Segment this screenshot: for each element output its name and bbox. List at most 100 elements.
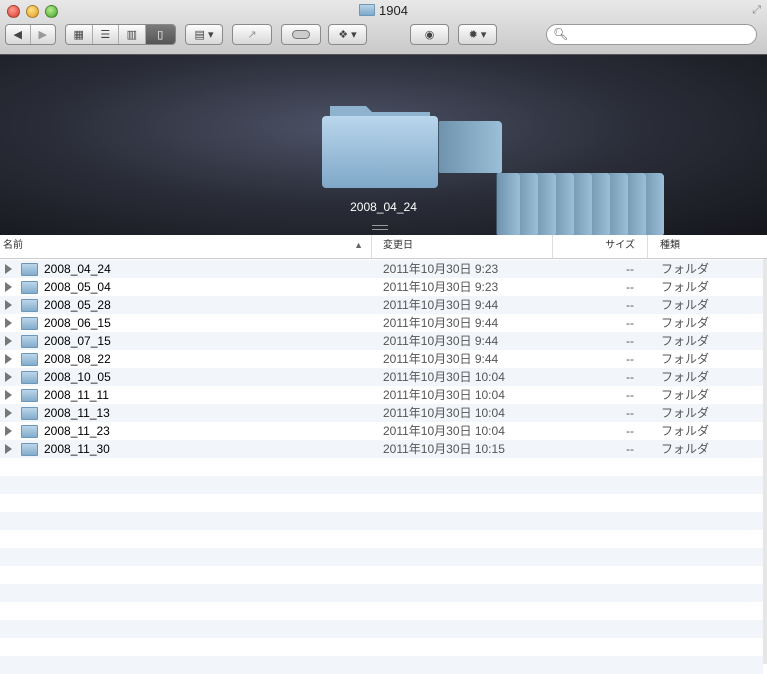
tags-button[interactable] — [281, 24, 321, 45]
file-size: -- — [626, 316, 634, 330]
file-size: -- — [626, 352, 634, 366]
empty-row — [0, 584, 763, 602]
list-view-button[interactable]: ☰ — [93, 25, 120, 44]
file-size: -- — [626, 370, 634, 384]
file-name: 2008_11_30 — [44, 442, 110, 456]
file-kind: フォルダ — [661, 316, 710, 330]
modified-date: 2011年10月30日 9:44 — [383, 298, 499, 312]
file-kind: フォルダ — [661, 280, 710, 294]
file-name: 2008_04_24 — [44, 262, 111, 276]
file-kind: フォルダ — [661, 370, 710, 384]
file-name: 2008_06_15 — [44, 316, 111, 330]
table-row[interactable]: 2008_10_05 2011年10月30日 10:04 -- フォルダ — [0, 368, 763, 386]
folder-icon — [359, 4, 376, 16]
disclosure-triangle-icon[interactable] — [5, 336, 12, 346]
folder-icon — [21, 263, 38, 276]
dropbox-icon: ❖ ▾ — [338, 29, 357, 41]
empty-row — [0, 656, 763, 674]
folder-icon — [21, 371, 38, 384]
eye-icon: ◉ — [424, 29, 435, 41]
scrollbar[interactable] — [763, 259, 767, 664]
search-icon: 🔍︎ — [553, 27, 569, 41]
modified-date: 2011年10月30日 10:04 — [383, 370, 505, 384]
file-kind: フォルダ — [661, 352, 710, 366]
cover-flow-label: 2008_04_24 — [350, 200, 417, 214]
disclosure-triangle-icon[interactable] — [5, 444, 12, 454]
fullscreen-icon[interactable]: ⤢ — [752, 4, 761, 17]
column-header-name[interactable]: 名前 ▲ — [0, 235, 372, 258]
view-mode-control: ▦ ☰ ▥ ▯ — [65, 24, 176, 45]
resize-handle[interactable] — [372, 225, 388, 230]
quick-look-button[interactable]: ◉ — [410, 24, 449, 45]
table-row[interactable]: 2008_11_11 2011年10月30日 10:04 -- フォルダ — [0, 386, 763, 404]
modified-date: 2011年10月30日 10:04 — [383, 388, 505, 402]
list-header: 名前 ▲ 変更日 サイズ 種類 — [0, 235, 767, 259]
disclosure-triangle-icon[interactable] — [5, 264, 12, 274]
file-kind: フォルダ — [661, 388, 710, 402]
modified-date: 2011年10月30日 10:04 — [383, 406, 505, 420]
search-input[interactable]: 🔍︎ — [546, 24, 757, 45]
file-size: -- — [626, 334, 634, 348]
share-button[interactable]: ↗ — [232, 24, 272, 45]
disclosure-triangle-icon[interactable] — [5, 408, 12, 418]
empty-row — [0, 530, 763, 548]
table-row[interactable]: 2008_08_22 2011年10月30日 9:44 -- フォルダ — [0, 350, 763, 368]
table-row[interactable]: 2008_05_28 2011年10月30日 9:44 -- フォルダ — [0, 296, 763, 314]
selected-folder-icon[interactable] — [322, 100, 438, 188]
disclosure-triangle-icon[interactable] — [5, 282, 12, 292]
disclosure-triangle-icon[interactable] — [5, 318, 12, 328]
disclosure-triangle-icon[interactable] — [5, 300, 12, 310]
empty-row — [0, 476, 763, 494]
column-modified-label: 変更日 — [383, 240, 413, 251]
column-header-size[interactable]: サイズ — [553, 235, 648, 258]
column-header-modified[interactable]: 変更日 — [380, 235, 553, 258]
table-row[interactable]: 2008_06_15 2011年10月30日 9:44 -- フォルダ — [0, 314, 763, 332]
icon-view-button[interactable]: ▦ — [66, 25, 93, 44]
window-title-text: 1904 — [379, 3, 408, 18]
disclosure-triangle-icon[interactable] — [5, 390, 12, 400]
file-name: 2008_05_28 — [44, 298, 111, 312]
table-row[interactable]: 2008_07_15 2011年10月30日 9:44 -- フォルダ — [0, 332, 763, 350]
folder-preview[interactable] — [438, 121, 502, 173]
back-button[interactable]: ◀ — [6, 25, 31, 44]
file-kind: フォルダ — [661, 424, 710, 438]
back-forward-control: ◀ ▶ — [5, 24, 56, 45]
folder-icon — [21, 353, 38, 366]
modified-date: 2011年10月30日 9:23 — [383, 262, 499, 276]
column-header-kind[interactable]: 種類 — [648, 235, 767, 258]
modified-date: 2011年10月30日 9:44 — [383, 352, 499, 366]
file-kind: フォルダ — [661, 298, 710, 312]
arrange-button[interactable]: ▤ ▾ — [185, 24, 223, 45]
empty-row — [0, 566, 763, 584]
action-button[interactable]: ✹ ▾ — [458, 24, 497, 45]
folder-icon — [21, 299, 38, 312]
modified-date: 2011年10月30日 10:15 — [383, 442, 505, 456]
disclosure-triangle-icon[interactable] — [5, 372, 12, 382]
table-row[interactable]: 2008_11_13 2011年10月30日 10:04 -- フォルダ — [0, 404, 763, 422]
table-row[interactable]: 2008_05_04 2011年10月30日 9:23 -- フォルダ — [0, 278, 763, 296]
modified-date: 2011年10月30日 9:44 — [383, 334, 499, 348]
folder-icon — [21, 281, 38, 294]
dropbox-button[interactable]: ❖ ▾ — [328, 24, 367, 45]
folder-icon — [21, 335, 38, 348]
empty-row — [0, 620, 763, 638]
column-view-button[interactable]: ▥ — [119, 25, 146, 44]
table-row[interactable]: 2008_04_24 2011年10月30日 9:23 -- フォルダ — [0, 260, 763, 278]
file-size: -- — [626, 388, 634, 402]
cover-flow-button[interactable]: ▯ — [145, 25, 175, 44]
file-name: 2008_11_23 — [44, 424, 110, 438]
column-name-label: 名前 — [3, 240, 23, 251]
cover-flow-view[interactable]: 2008_04_24 — [0, 55, 767, 235]
forward-button[interactable]: ▶ — [31, 25, 55, 44]
empty-row — [0, 512, 763, 530]
empty-row — [0, 602, 763, 620]
file-size: -- — [626, 424, 634, 438]
table-row[interactable]: 2008_11_23 2011年10月30日 10:04 -- フォルダ — [0, 422, 763, 440]
file-kind: フォルダ — [661, 442, 710, 456]
file-kind: フォルダ — [661, 406, 710, 420]
disclosure-triangle-icon[interactable] — [5, 354, 12, 364]
file-name: 2008_10_05 — [44, 370, 111, 384]
disclosure-triangle-icon[interactable] — [5, 426, 12, 436]
window-title: 1904 — [0, 3, 767, 18]
table-row[interactable]: 2008_11_30 2011年10月30日 10:15 -- フォルダ — [0, 440, 763, 458]
